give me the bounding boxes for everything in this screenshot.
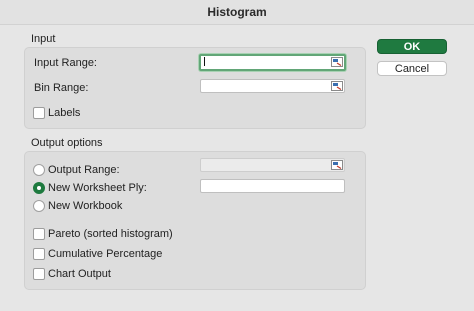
- chart-output-checkbox-label: Chart Output: [48, 268, 111, 280]
- input-group-label: Input: [31, 33, 56, 45]
- output-range-field[interactable]: [200, 158, 345, 172]
- pareto-checkbox-label: Pareto (sorted histogram): [48, 228, 173, 240]
- collapse-dialog-icon[interactable]: [331, 81, 343, 91]
- input-range-label: Input Range:: [34, 57, 97, 69]
- labels-checkbox[interactable]: [33, 107, 45, 119]
- output-range-radio[interactable]: [33, 164, 45, 176]
- new-workbook-radio[interactable]: [33, 200, 45, 212]
- chart-output-checkbox[interactable]: [33, 268, 45, 280]
- new-worksheet-label: New Worksheet Ply:: [48, 182, 147, 194]
- output-group-label: Output options: [31, 137, 103, 149]
- bin-range-label: Bin Range:: [34, 82, 89, 94]
- cumulative-checkbox-label: Cumulative Percentage: [48, 248, 163, 260]
- bin-range-field[interactable]: [200, 79, 345, 93]
- pareto-checkbox[interactable]: [33, 228, 45, 240]
- dialog-title: Histogram: [0, 0, 474, 25]
- new-worksheet-radio[interactable]: [33, 182, 45, 194]
- output-range-label: Output Range:: [48, 164, 120, 176]
- new-worksheet-field[interactable]: [200, 179, 345, 193]
- collapse-dialog-icon[interactable]: [331, 160, 343, 170]
- collapse-dialog-icon[interactable]: [331, 57, 343, 67]
- cumulative-checkbox[interactable]: [33, 248, 45, 260]
- labels-checkbox-label: Labels: [48, 107, 81, 119]
- text-caret: [204, 57, 205, 66]
- input-range-field[interactable]: [199, 54, 346, 71]
- ok-button[interactable]: OK: [377, 39, 447, 54]
- new-workbook-label: New Workbook: [48, 200, 123, 212]
- cancel-button[interactable]: Cancel: [377, 61, 447, 76]
